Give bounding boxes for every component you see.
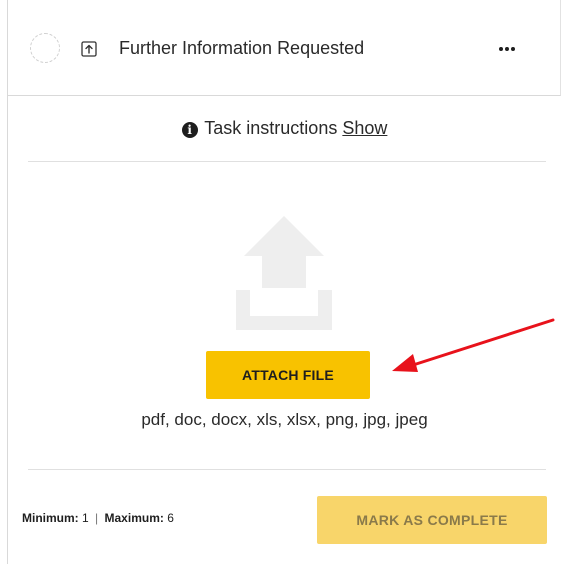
attach-file-button[interactable]: ATTACH FILE [206,351,370,399]
maximum-label: Maximum: [104,511,164,525]
allowed-file-types: pdf, doc, docx, xls, xlsx, png, jpg, jpe… [141,410,428,429]
upload-arrow-icon [236,216,332,330]
divider [28,469,546,470]
file-limits: Minimum: 1 | Maximum: 6 [22,511,174,525]
more-options-button[interactable] [492,37,522,61]
task-instructions: i Task instructions Show [8,118,561,139]
ellipsis-icon [499,47,515,51]
minimum-label: Minimum: [22,511,79,525]
info-icon: i [181,122,198,138]
annotation-arrow-icon [392,318,555,372]
maximum-value: 6 [167,511,174,525]
minimum-value: 1 [82,511,89,525]
task-instructions-label: Task instructions [204,118,338,138]
divider [28,161,546,162]
task-title: Further Information Requested [119,38,365,58]
task-status-circle[interactable] [30,33,60,63]
task-panel: Further Information Requested i Task ins… [7,0,561,564]
upload-icon [81,41,97,57]
show-instructions-link[interactable]: Show [342,118,387,138]
task-header: Further Information Requested [8,0,561,96]
mark-as-complete-button[interactable]: MARK AS COMPLETE [317,496,547,544]
limits-separator: | [95,511,99,525]
